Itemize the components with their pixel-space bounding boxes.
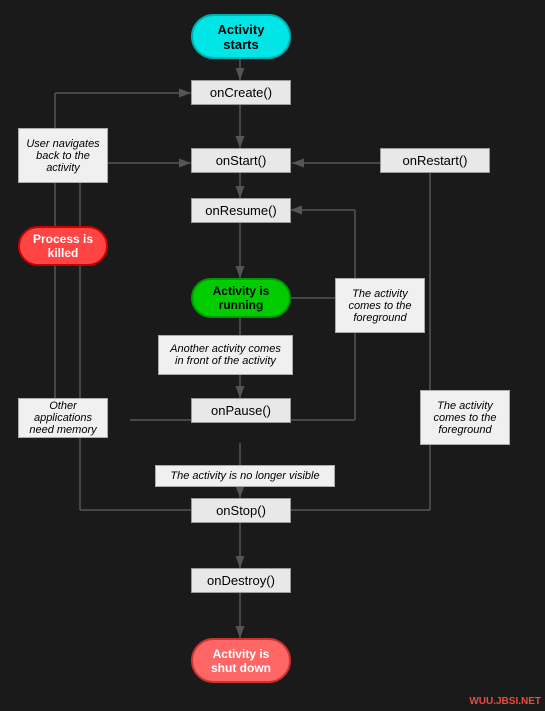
onstop-label: onStop() (216, 503, 266, 518)
onpause-label: onPause() (211, 403, 271, 418)
onstart-node: onStart() (191, 148, 291, 173)
activity-running-node: Activity is running (191, 278, 291, 318)
no-longer-visible-label: The activity is no longer visible (155, 465, 335, 487)
onrestart-label: onRestart() (402, 153, 467, 168)
onstop-node: onStop() (191, 498, 291, 523)
activity-shutdown-node: Activity is shut down (191, 638, 291, 683)
process-killed-label: Process is killed (33, 232, 93, 260)
process-killed-node: Process is killed (18, 226, 108, 266)
oncreate-node: onCreate() (191, 80, 291, 105)
user-navigates-label: User navigates back to the activity (18, 128, 108, 183)
ondestroy-node: onDestroy() (191, 568, 291, 593)
watermark: WUU.JBSI.NET (469, 696, 541, 707)
other-apps-label: Other applications need memory (18, 398, 108, 438)
onresume-node: onResume() (191, 198, 291, 223)
comes-foreground-1-label: The activity comes to the foreground (335, 278, 425, 333)
onresume-label: onResume() (205, 203, 277, 218)
onstart-label: onStart() (216, 153, 267, 168)
activity-shutdown-label: Activity is shut down (211, 647, 271, 675)
another-activity-label: Another activity comes in front of the a… (158, 335, 293, 375)
activity-starts-label: Activity starts (218, 22, 265, 52)
onrestart-node: onRestart() (380, 148, 490, 173)
activity-running-label: Activity is running (213, 284, 270, 312)
ondestroy-label: onDestroy() (207, 573, 275, 588)
oncreate-label: onCreate() (210, 85, 272, 100)
onpause-node: onPause() (191, 398, 291, 423)
activity-starts-node: Activity starts (191, 14, 291, 59)
comes-foreground-2-label: The activity comes to the foreground (420, 390, 510, 445)
